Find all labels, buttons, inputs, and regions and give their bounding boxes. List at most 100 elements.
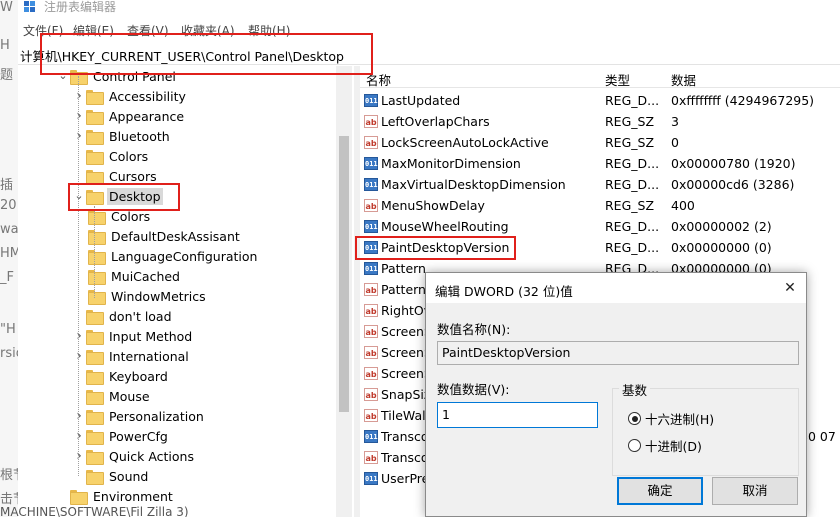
reg-string-value-icon: ab [364,388,378,401]
value-name: LockScreenAutoLockActive [381,135,549,150]
folder-icon [86,349,104,365]
list-header: 名称 类型 数据 [360,66,840,88]
chevron-right-icon[interactable]: › [72,328,86,344]
tree-item[interactable]: Environment [56,486,175,506]
chevron-right-icon[interactable]: › [72,448,86,464]
reg-string-value-icon: ab [364,304,378,317]
value-type: REG_SZ [605,114,655,129]
value-row[interactable]: 011 LastUpdated REG_D... 0xffffffff (429496… [360,90,840,111]
tree-item[interactable]: Colors [72,146,150,166]
value-type: REG_D... [605,177,660,192]
registry-tree[interactable]: ⌄ Control Panel › Accessibility › Appearance ›… [18,66,354,517]
radio-hex[interactable]: 十六进制(H) [628,409,714,428]
value-row[interactable]: 011 MaxMonitorDimension REG_D... 0x00000780… [360,153,840,174]
tree-item[interactable]: LanguageConfiguration [88,246,259,266]
tree-item-label: PowerCfg [109,428,168,444]
reg-string-value-icon: ab [364,115,378,128]
tree-item[interactable]: Keyboard [72,366,170,386]
tree-item[interactable]: Sound [72,466,150,486]
radio-dec-indicator[interactable] [628,439,641,452]
value-type: REG_SZ [605,198,655,213]
value-data: 0x00000000 (0) [671,240,772,255]
reg-string-value-icon: ab [364,346,378,359]
chevron-right-icon[interactable]: › [72,408,86,424]
tree-item[interactable]: › Quick Actions [72,446,196,466]
value-name: LeftOverlapChars [381,114,490,129]
folder-icon [86,409,104,425]
chevron-right-icon[interactable]: › [72,108,86,124]
radio-dec[interactable]: 十进制(D) [628,436,702,455]
value-data: 0x00000002 (2) [671,219,772,234]
value-name-label: 数值名称(N): [437,322,511,337]
reg-string-value-icon: ab [364,283,378,296]
value-name: Transco [381,450,429,465]
close-icon[interactable]: ✕ [781,279,799,297]
value-row[interactable]: 011 MaxVirtualDesktopDimension REG_D... 0x0… [360,174,840,195]
chevron-right-icon[interactable]: › [72,88,86,104]
tree-item-label: Bluetooth [109,128,170,144]
reg-binary-value-icon: 011 [364,262,378,275]
highlight-address [40,33,373,75]
reg-binary-value-icon: 011 [364,157,378,170]
background-text-fragment: 根节 [0,468,18,483]
folder-icon [86,429,104,445]
chevron-right-icon[interactable]: › [72,348,86,364]
folder-icon [86,149,104,165]
tree-item[interactable]: › Appearance [72,106,186,126]
value-row[interactable]: ab MenuShowDelay REG_SZ 400 [360,195,840,216]
registry-editor-icon [24,1,35,12]
folder-icon [86,129,104,145]
background-text-fragment: H [0,38,10,53]
value-row[interactable]: ab LockScreenAutoLockActive REG_SZ 0 [360,132,840,153]
reg-string-value-icon: ab [364,325,378,338]
tree-item[interactable]: › Personalization [72,406,206,426]
highlight-value-name [355,236,516,260]
tree-item-label: Mouse [109,388,150,404]
highlight-desktop-key [68,183,180,211]
folder-icon [70,489,88,505]
tree-scrollbar-thumb[interactable] [339,136,349,412]
title-bar: 注册表编辑器 [18,0,840,16]
column-header-data[interactable]: 数据 [671,70,696,89]
value-row[interactable]: 011 MouseWheelRouting REG_D... 0x00000002 (… [360,216,840,237]
value-data: 0x00000cd6 (3286) [671,177,795,192]
tree-item[interactable]: › Bluetooth [72,126,172,146]
chevron-right-icon[interactable]: › [72,428,86,444]
value-name: LastUpdated [381,93,461,108]
value-data-input[interactable]: 1 [437,402,598,428]
tree-item-label: WindowMetrics [111,288,206,304]
column-header-type[interactable]: 类型 [605,70,630,89]
value-name: Pattern [381,261,426,276]
tree-item-label: Keyboard [109,368,168,384]
tree-item[interactable]: don't load [72,306,174,326]
tree-guide-line [78,76,79,476]
tree-item-label: MuiCached [111,268,180,284]
chevron-right-icon[interactable]: › [72,128,86,144]
value-name: MenuShowDelay [381,198,485,213]
radio-hex-label: 十六进制(H) [645,412,715,427]
folder-icon [88,269,106,285]
reg-binary-value-icon: 011 [364,220,378,233]
tree-item[interactable]: WindowMetrics [88,286,208,306]
cancel-button[interactable]: 取消 [712,477,798,505]
folder-icon [86,309,104,325]
value-name-field: PaintDesktopVersion [437,341,799,365]
reg-binary-value-icon: 011 [364,94,378,107]
folder-icon [88,249,106,265]
tree-item-label: don't load [109,308,172,324]
tree-scrollbar[interactable] [336,66,352,517]
tree-item[interactable]: MuiCached [88,266,182,286]
value-name: MaxMonitorDimension [381,156,521,171]
tree-item[interactable]: DefaultDeskAssisant [88,226,242,246]
tree-item-label: Input Method [109,328,193,344]
value-data: 3 [671,114,679,129]
tree-item[interactable]: › PowerCfg [72,426,170,446]
tree-item[interactable]: › International [72,346,191,366]
folder-icon [86,389,104,405]
radio-hex-indicator[interactable] [628,412,641,425]
value-row[interactable]: ab LeftOverlapChars REG_SZ 3 [360,111,840,132]
tree-item[interactable]: › Input Method [72,326,194,346]
tree-item[interactable]: › Accessibility [72,86,188,106]
ok-button[interactable]: 确定 [617,477,703,505]
tree-item[interactable]: Mouse [72,386,152,406]
